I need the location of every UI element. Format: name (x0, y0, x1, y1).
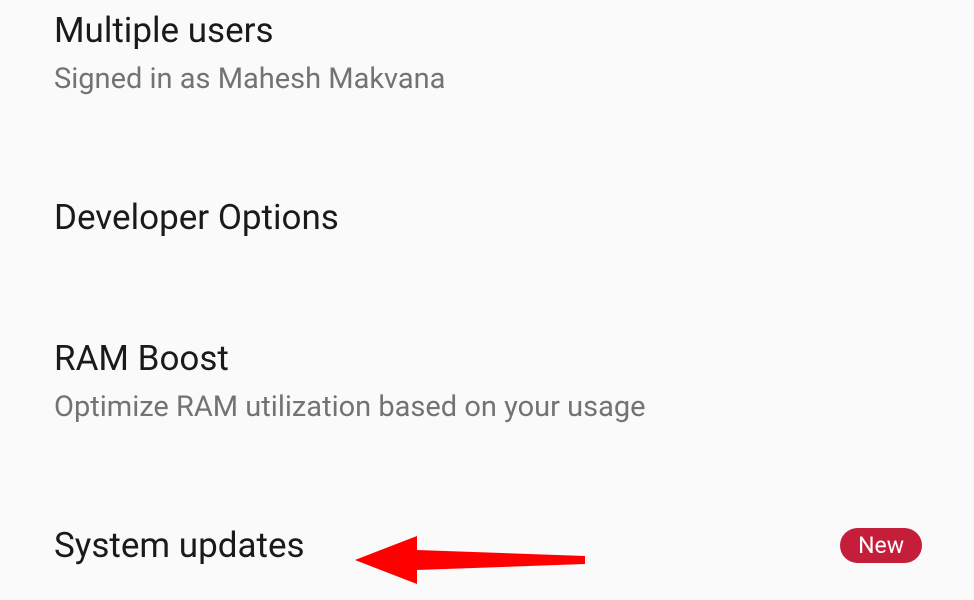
new-badge: New (840, 528, 922, 563)
item-title: System updates (54, 523, 305, 569)
item-subtitle: Optimize RAM utilization based on your u… (54, 388, 920, 427)
settings-item-developer-options[interactable]: Developer Options (54, 187, 920, 249)
settings-item-ram-boost[interactable]: RAM Boost Optimize RAM utilization based… (54, 328, 920, 435)
item-title: Multiple users (54, 8, 920, 54)
settings-list: Multiple users Signed in as Mahesh Makva… (0, 0, 974, 576)
item-subtitle: Signed in as Mahesh Makvana (54, 60, 920, 99)
item-title: Developer Options (54, 195, 920, 241)
settings-item-multiple-users[interactable]: Multiple users Signed in as Mahesh Makva… (54, 0, 920, 107)
item-row: System updates New (54, 523, 922, 569)
item-title: RAM Boost (54, 336, 920, 382)
settings-item-system-updates[interactable]: System updates New (54, 515, 920, 577)
